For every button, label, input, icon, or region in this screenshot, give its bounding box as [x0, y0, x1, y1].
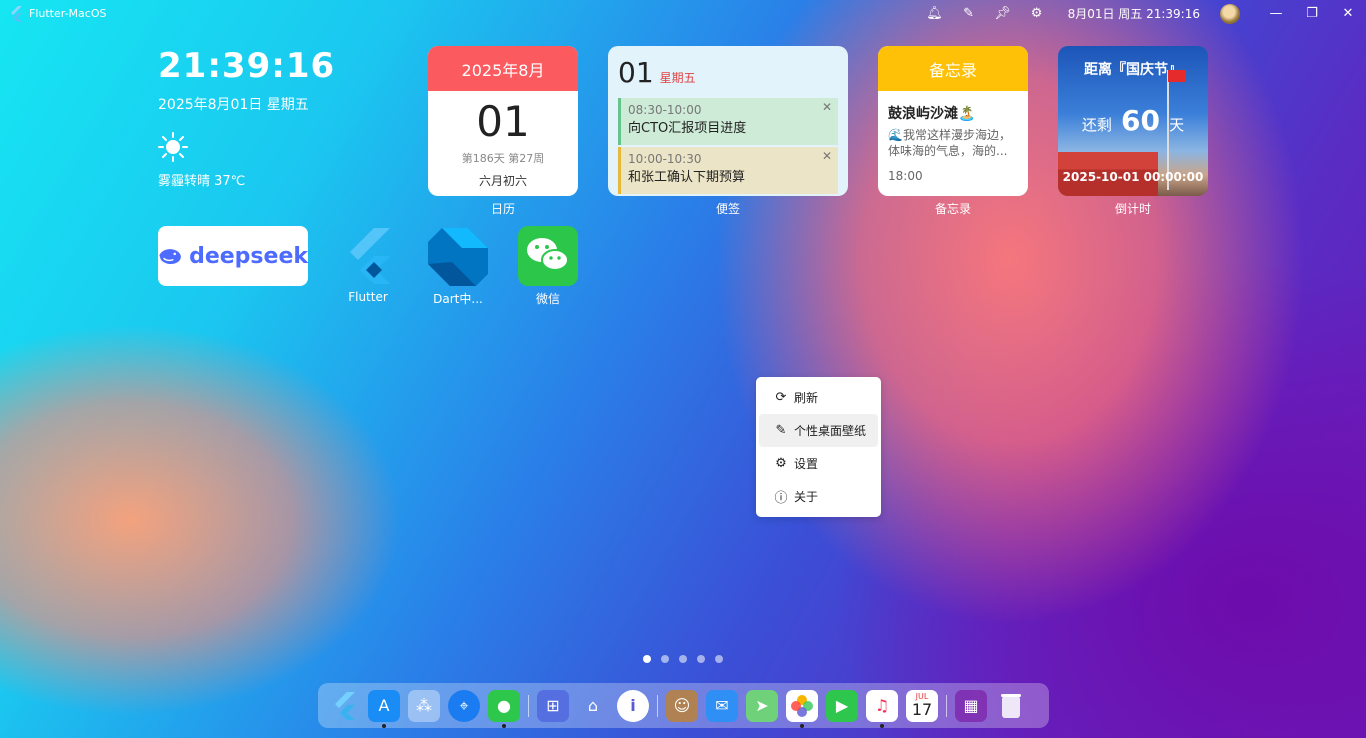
- memo-title: 鼓浪屿沙滩🏝️: [888, 106, 976, 122]
- dock-separator: [946, 694, 947, 717]
- mail-icon[interactable]: ✉: [706, 689, 738, 722]
- apps-grid-icon[interactable]: ⊞: [537, 689, 569, 722]
- dock: A ⁂ ⌖ ● ⊞ ⌂ i ☺ ✉ ➤ ▶ ♫ JUL 17 ▦: [318, 683, 1049, 728]
- maps-icon[interactable]: ➤: [746, 689, 778, 722]
- notes-widget[interactable]: 01 星期五 08:30-10:00 向CTO汇报项目进度 ✕ 10:00-10…: [608, 46, 848, 196]
- note-text: 向CTO汇报项目进度: [628, 121, 747, 136]
- page-dot[interactable]: [679, 655, 687, 663]
- note-time: 08:30-10:00: [628, 103, 702, 117]
- info-icon: ⓘ: [774, 491, 788, 506]
- notes-weekday: 星期五: [659, 71, 696, 85]
- pin-icon[interactable]: 📌︎: [986, 6, 1020, 21]
- note-item[interactable]: 10:00-10:30 和张工确认下期预算 ✕: [618, 147, 838, 194]
- note-text: 和张工确认下期预算: [628, 170, 746, 185]
- memo-time: 18:00: [888, 169, 923, 183]
- calendar-lunar: 六月初六: [478, 174, 527, 188]
- menu-item-refresh[interactable]: ⟳ 刷新: [759, 381, 878, 414]
- photos-icon[interactable]: [786, 689, 818, 728]
- flutter-icon[interactable]: [328, 690, 360, 722]
- flutter-app-icon[interactable]: [338, 226, 398, 286]
- countdown-suffix: 天: [1169, 116, 1185, 134]
- memo-widget[interactable]: 备忘录 鼓浪屿沙滩🏝️ 🌊我常这样漫步海边，体味海的气息，海的... 18:00: [878, 46, 1028, 196]
- music-icon[interactable]: ♫: [866, 689, 898, 728]
- context-menu: ⟳ 刷新 ✎ 个性桌面壁纸 ⚙ 设置 ⓘ 关于: [756, 377, 881, 517]
- app-title: Flutter-MacOS: [29, 7, 107, 20]
- gear-icon: ⚙: [775, 456, 787, 471]
- menu-item-label: 关于: [794, 490, 819, 504]
- trash-icon[interactable]: [995, 690, 1027, 722]
- flutter-logo-icon: [11, 5, 22, 22]
- page-dot[interactable]: [643, 655, 651, 663]
- menu-bar-clock[interactable]: 8月01日 周五 21:39:16: [1068, 5, 1200, 22]
- flutter-app-label: Flutter: [348, 290, 388, 304]
- minimize-icon[interactable]: —: [1258, 6, 1294, 21]
- menu-item-label: 刷新: [794, 391, 819, 405]
- bell-icon[interactable]: 🔔︎: [918, 6, 952, 21]
- close-icon[interactable]: ✕: [1330, 6, 1366, 21]
- wechat-app-label: 微信: [535, 292, 560, 306]
- menu-item-settings[interactable]: ⚙ 设置: [759, 447, 878, 480]
- note-item[interactable]: 08:30-10:00 向CTO汇报项目进度 ✕: [618, 98, 838, 145]
- memo-body: 🌊我常这样漫步海边，体味海的气息，海的...: [888, 128, 1011, 158]
- home-icon[interactable]: ⌂: [577, 690, 609, 722]
- deepseek-label: deepseek: [189, 243, 308, 269]
- page-dot[interactable]: [697, 655, 705, 663]
- menu-item-about[interactable]: ⓘ 关于: [759, 480, 878, 513]
- clock-date: 2025年8月01日 星期五: [158, 97, 309, 113]
- avatar[interactable]: [1220, 3, 1240, 24]
- countdown-widget[interactable]: 距离『国庆节』 还剩 60 天 2025-10-01 00:00:00: [1058, 46, 1208, 196]
- page-indicator: [643, 655, 733, 663]
- memo-header: 备忘录: [878, 46, 1028, 91]
- messages-icon[interactable]: ●: [488, 689, 520, 728]
- magic-wand-icon: ✎: [775, 423, 787, 438]
- launchpad-icon[interactable]: ⁂: [408, 689, 440, 722]
- calendar-widget[interactable]: 2025年8月 01 第186天 第27周 六月初六: [428, 46, 578, 196]
- facetime-icon[interactable]: ▶: [826, 689, 858, 722]
- weather-text: 雾霾转晴 37℃: [158, 174, 246, 189]
- notes-label: 便签: [715, 202, 740, 216]
- countdown-prefix: 还剩: [1081, 116, 1112, 134]
- page-dot[interactable]: [661, 655, 669, 663]
- calendar-meta: 第186天 第27周: [461, 152, 545, 165]
- refresh-icon: ⟳: [775, 390, 787, 405]
- menu-item-label: 个性桌面壁纸: [794, 424, 867, 438]
- calendar-day: 01: [476, 97, 530, 146]
- close-icon[interactable]: ✕: [822, 100, 832, 114]
- flag-icon: [1168, 70, 1186, 82]
- restore-icon[interactable]: ❐: [1294, 6, 1330, 21]
- wechat-app-icon[interactable]: [518, 226, 578, 286]
- note-time: 10:00-10:30: [628, 152, 702, 166]
- safari-icon[interactable]: ⌖: [448, 689, 480, 722]
- clock-weather-widget[interactable]: 21:39:16 2025年8月01日 星期五 雾霾转晴 37℃: [158, 46, 335, 189]
- calendar-label: 日历: [490, 202, 515, 216]
- deepseek-app[interactable]: deepseek: [158, 226, 308, 286]
- calendar-month: 2025年8月: [428, 46, 578, 91]
- countdown-date: 2025-10-01 00:00:00: [1062, 170, 1204, 184]
- deepseek-whale-icon: [159, 249, 181, 265]
- notes-day: 01: [618, 56, 654, 89]
- menu-bar: Flutter-MacOS 🔔︎ ✎ 📌︎ ⚙ 8月01日 周五 21:39:1…: [0, 0, 1366, 27]
- wechat-bubbles-icon: [527, 238, 569, 271]
- countdown-days: 60: [1121, 104, 1160, 137]
- calendar-icon[interactable]: JUL 17: [906, 689, 938, 722]
- folder-icon[interactable]: ▦: [955, 689, 987, 722]
- countdown-label: 倒计时: [1114, 202, 1151, 216]
- contacts-icon[interactable]: ☺: [666, 689, 698, 722]
- app-store-icon[interactable]: A: [368, 689, 400, 728]
- menu-item-label: 设置: [794, 457, 819, 471]
- memo-label: 备忘录: [934, 202, 971, 216]
- clock-time: 21:39:16: [158, 46, 336, 86]
- close-icon[interactable]: ✕: [822, 149, 832, 163]
- dart-app-icon[interactable]: [428, 226, 488, 286]
- dock-separator: [657, 694, 658, 717]
- dock-calendar-day: 17: [911, 700, 933, 719]
- menu-item-wallpaper[interactable]: ✎ 个性桌面壁纸: [759, 414, 878, 447]
- magic-wand-icon[interactable]: ✎: [952, 6, 986, 21]
- info-icon[interactable]: i: [617, 689, 649, 722]
- dart-app-label: Dart中...: [433, 292, 483, 306]
- page-dot[interactable]: [715, 655, 723, 663]
- sun-icon: [158, 132, 188, 162]
- dock-separator: [528, 694, 529, 717]
- gear-icon[interactable]: ⚙: [1020, 6, 1054, 21]
